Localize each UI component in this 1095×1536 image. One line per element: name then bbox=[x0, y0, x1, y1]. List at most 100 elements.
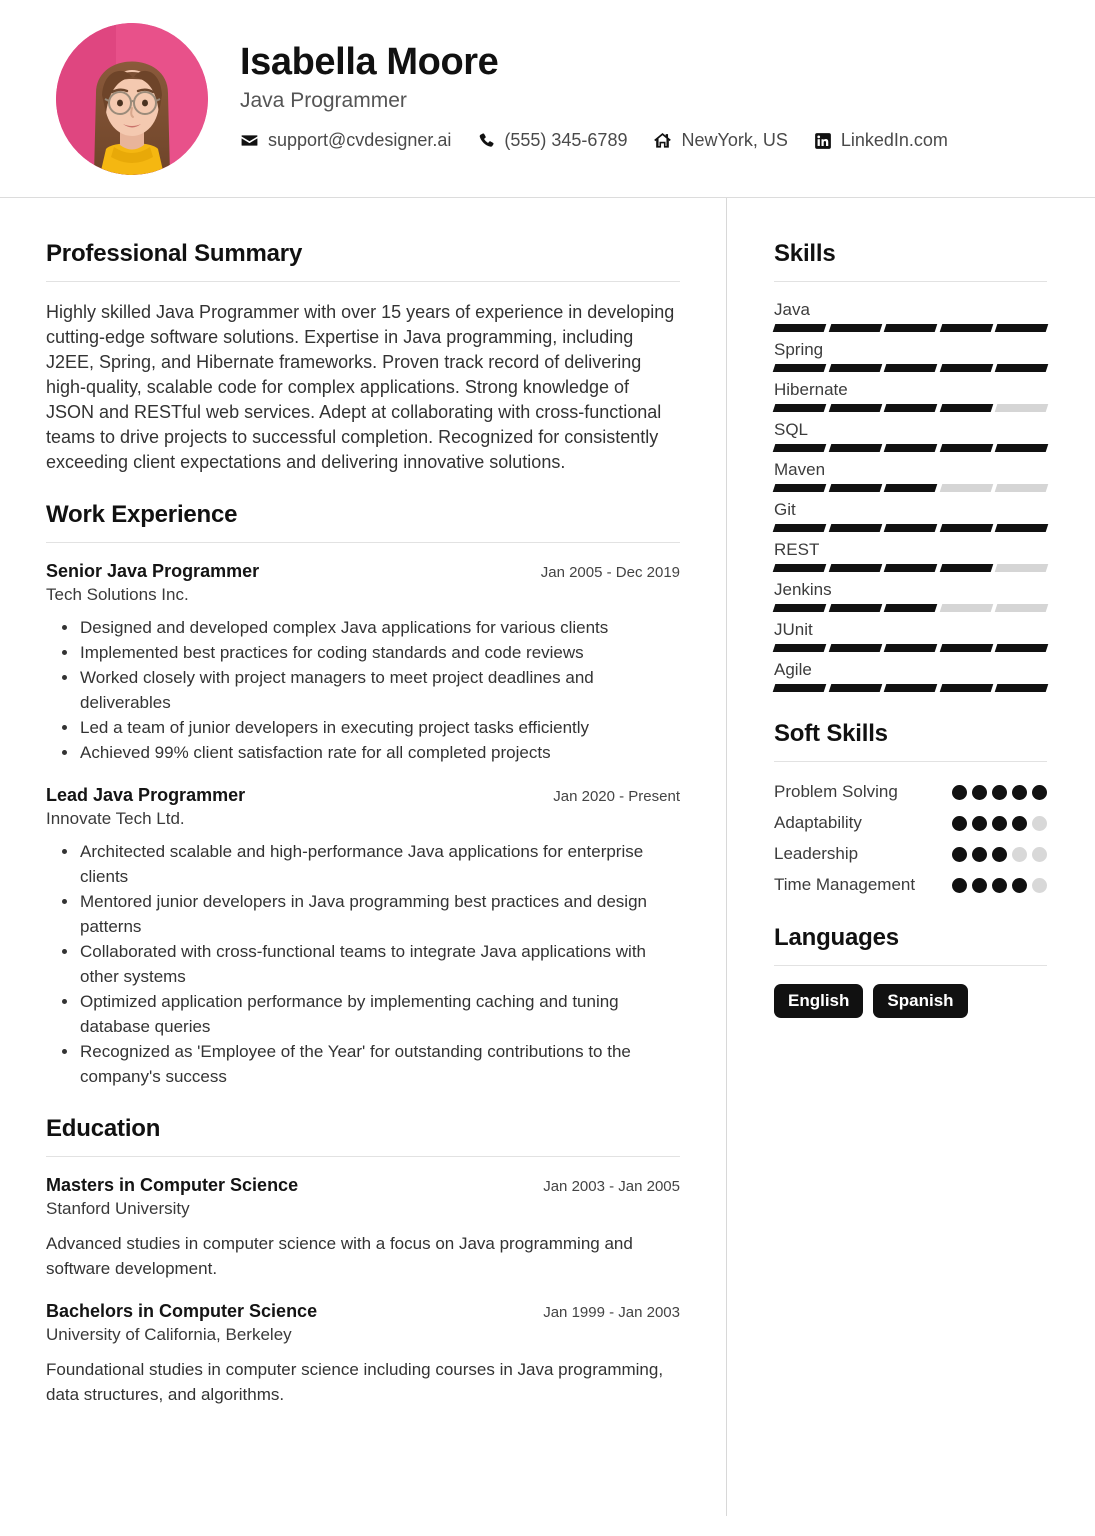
soft-skill-row: Leadership bbox=[774, 842, 1047, 865]
education-degree: Bachelors in Computer Science bbox=[46, 1301, 318, 1321]
skill-segment bbox=[883, 684, 938, 692]
list-item: Architected scalable and high-performanc… bbox=[62, 839, 680, 889]
section-languages: Languages English Spanish bbox=[774, 924, 1047, 1018]
skill-segment bbox=[995, 564, 1049, 572]
skill-label: Git bbox=[774, 500, 796, 519]
section-title: Languages bbox=[774, 924, 899, 951]
skill-segment bbox=[939, 604, 993, 612]
rating-dot bbox=[952, 816, 967, 831]
section-rule bbox=[774, 281, 1047, 282]
soft-skill-label: Adaptability bbox=[774, 813, 862, 832]
resume-body: Professional Summary Highly skilled Java… bbox=[0, 198, 1095, 1536]
skill-label: Spring bbox=[774, 340, 824, 359]
skill-segment bbox=[995, 444, 1049, 452]
section-rule bbox=[46, 281, 680, 282]
skill-segment bbox=[995, 524, 1049, 532]
work-entry: Senior Java Programmer Jan 2005 - Dec 20… bbox=[46, 561, 680, 765]
skill-segment bbox=[772, 444, 826, 452]
section-education: Education Masters in Computer Science Ja… bbox=[46, 1115, 680, 1407]
envelope-icon bbox=[240, 131, 259, 150]
skill-label: Maven bbox=[774, 460, 826, 479]
soft-skill-rating bbox=[952, 842, 1047, 862]
section-title: Soft Skills bbox=[774, 720, 888, 747]
phone-icon bbox=[477, 132, 495, 150]
skill-segment bbox=[883, 604, 938, 612]
skill-label: Hibernate bbox=[774, 380, 848, 399]
rating-dot bbox=[952, 847, 967, 862]
skill-row: Spring bbox=[772, 340, 1049, 372]
skill-row: Hibernate bbox=[772, 380, 1049, 412]
work-date: Jan 2020 - Present bbox=[553, 788, 680, 805]
rating-dot bbox=[1012, 816, 1027, 831]
skill-segment bbox=[772, 364, 826, 372]
education-degree: Masters in Computer Science bbox=[46, 1175, 299, 1195]
skill-segment bbox=[772, 604, 826, 612]
skill-level-bar bbox=[772, 484, 1049, 492]
languages-list: English Spanish bbox=[774, 984, 1047, 1018]
skill-segment bbox=[883, 644, 938, 652]
section-title: Professional Summary bbox=[46, 240, 303, 267]
skill-segment bbox=[772, 684, 826, 692]
skill-segment bbox=[939, 684, 993, 692]
section-title: Skills bbox=[774, 240, 836, 267]
list-item: Recognized as 'Employee of the Year' for… bbox=[62, 1039, 680, 1089]
skill-segment bbox=[828, 404, 882, 412]
skill-segment bbox=[939, 524, 993, 532]
contact-linkedin-label: LinkedIn.com bbox=[840, 130, 948, 151]
education-date: Jan 1999 - Jan 2003 bbox=[543, 1304, 680, 1321]
skill-segment bbox=[939, 484, 993, 492]
skill-segment bbox=[939, 364, 993, 372]
work-date: Jan 2005 - Dec 2019 bbox=[540, 564, 680, 581]
section-title: Work Experience bbox=[46, 501, 238, 528]
list-item: Collaborated with cross-functional teams… bbox=[62, 939, 680, 989]
resume-header: Isabella Moore Java Programmer support@c… bbox=[0, 0, 1095, 198]
contact-email[interactable]: support@cvdesigner.ai bbox=[240, 130, 451, 151]
rating-dot bbox=[952, 785, 967, 800]
list-item: Optimized application performance by imp… bbox=[62, 989, 680, 1039]
rating-dot bbox=[1032, 878, 1047, 893]
soft-skill-rating bbox=[952, 873, 1047, 893]
skill-segment bbox=[995, 404, 1049, 412]
skill-segment bbox=[883, 364, 938, 372]
contact-location[interactable]: NewYork, US bbox=[653, 130, 788, 151]
skill-segment bbox=[939, 444, 993, 452]
work-role: Lead Java Programmer bbox=[46, 785, 246, 805]
work-company: Tech Solutions Inc. bbox=[46, 585, 189, 604]
skill-segment bbox=[995, 484, 1049, 492]
skill-segment bbox=[828, 484, 882, 492]
soft-skill-row: Time Management bbox=[774, 873, 1047, 896]
list-item: Worked closely with project managers to … bbox=[62, 665, 680, 715]
skill-row: Maven bbox=[772, 460, 1049, 492]
contact-linkedin[interactable]: LinkedIn.com bbox=[814, 130, 948, 151]
summary-text: Highly skilled Java Programmer with over… bbox=[46, 302, 675, 472]
work-entry-head: Senior Java Programmer Jan 2005 - Dec 20… bbox=[46, 561, 680, 582]
contact-phone[interactable]: (555) 345-6789 bbox=[477, 130, 627, 151]
job-title: Java Programmer bbox=[240, 89, 407, 113]
skill-segment bbox=[995, 684, 1049, 692]
soft-skill-row: Problem Solving bbox=[774, 780, 1047, 803]
language-chip: Spanish bbox=[873, 984, 968, 1018]
contact-email-label: support@cvdesigner.ai bbox=[268, 130, 452, 151]
section-skills: Skills Java Spring Hibernate SQL Maven Git RES… bbox=[772, 240, 1049, 692]
list-item: Implemented best practices for coding st… bbox=[62, 640, 680, 665]
work-company: Innovate Tech Ltd. bbox=[46, 809, 185, 828]
section-rule bbox=[774, 761, 1047, 762]
rating-dot bbox=[1012, 785, 1027, 800]
skill-segment bbox=[939, 564, 993, 572]
rating-dot bbox=[972, 878, 987, 893]
skill-label: REST bbox=[774, 540, 820, 559]
education-entry: Masters in Computer Science Jan 2003 - J… bbox=[46, 1175, 680, 1281]
skill-segment bbox=[772, 484, 826, 492]
soft-skill-row: Adaptability bbox=[774, 811, 1047, 834]
skill-segment bbox=[883, 524, 938, 532]
skill-segment bbox=[939, 324, 993, 332]
skill-level-bar bbox=[772, 524, 1049, 532]
resume-page: Isabella Moore Java Programmer support@c… bbox=[0, 0, 1095, 1536]
education-entry-head: Bachelors in Computer Science Jan 1999 -… bbox=[46, 1301, 680, 1322]
education-entry-head: Masters in Computer Science Jan 2003 - J… bbox=[46, 1175, 680, 1196]
skill-segment bbox=[995, 364, 1049, 372]
rating-dot bbox=[1032, 816, 1047, 831]
skill-row: Jenkins bbox=[772, 580, 1049, 612]
skill-segment bbox=[772, 324, 826, 332]
skill-level-bar bbox=[772, 604, 1049, 612]
